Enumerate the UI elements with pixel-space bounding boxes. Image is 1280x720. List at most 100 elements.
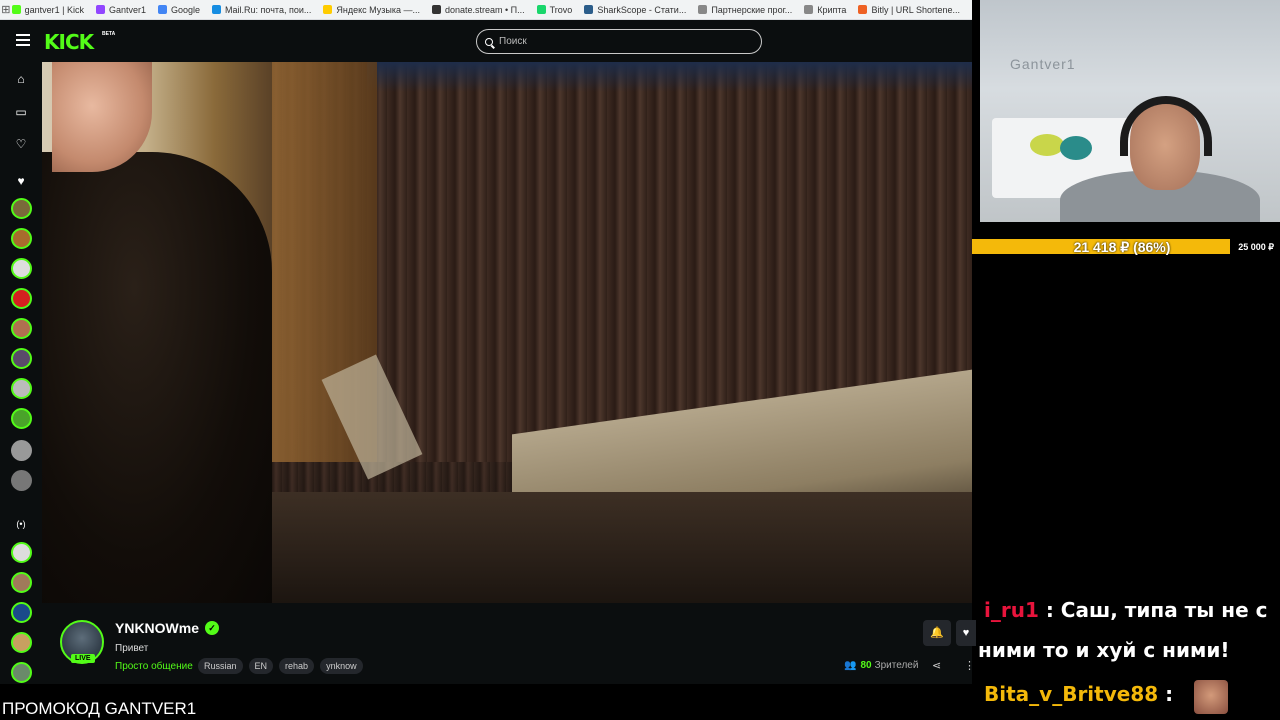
chat-username: i_ru1 xyxy=(984,598,1039,622)
webcam-overlay: Gantver1 xyxy=(980,0,1280,222)
bookmark-favicon-icon xyxy=(158,5,168,14)
stream-info: LIVE YNKNOWme ✓ Привет Просто общение Ru… xyxy=(42,603,976,684)
stream-tag[interactable]: ynknow xyxy=(320,658,363,674)
bookmark-label: Gantver1 xyxy=(108,4,147,15)
bookmark-label: Mail.Ru: почта, пои... xyxy=(225,4,312,15)
webcam-pillow xyxy=(1060,136,1092,160)
share-icon[interactable]: ⋖ xyxy=(932,659,941,672)
chat-text: : Саш, типа ты не с xyxy=(1038,598,1268,622)
offline-channel-avatar[interactable] xyxy=(11,470,32,491)
offline-channel-avatar[interactable] xyxy=(11,440,32,461)
bookmark-favicon-icon xyxy=(536,5,546,14)
apps-grid-icon[interactable]: ⊞ xyxy=(0,3,12,16)
stream-tags: Russian EN rehab ynknow xyxy=(198,658,369,674)
stream-tag[interactable]: rehab xyxy=(279,658,315,674)
bookmark-label: Google xyxy=(171,4,201,15)
bookmark-item[interactable]: Mail.Ru: почта, пои... xyxy=(212,5,311,15)
webcam-pillow xyxy=(1030,134,1064,156)
bookmark-item[interactable]: Trovo xyxy=(536,4,573,15)
bookmark-item[interactable]: Bitly | URL Shortene... xyxy=(858,5,960,15)
video-ground xyxy=(242,492,972,603)
viewers-icon: 👥 xyxy=(844,660,857,671)
followed-channel-avatar[interactable] xyxy=(11,228,32,249)
recommended-live-icon: (•) xyxy=(16,519,26,529)
bookmark-label: Партнерские прог... xyxy=(711,4,793,15)
recommended-channel-avatar[interactable] xyxy=(11,572,32,593)
bookmark-favicon-icon xyxy=(11,5,21,14)
followed-channel-avatar[interactable] xyxy=(11,318,32,339)
bookmark-label: Trovo xyxy=(549,4,573,15)
viewer-count: 👥 80 Зрителей xyxy=(844,660,918,671)
live-badge: LIVE xyxy=(71,654,95,663)
followed-channel-avatar[interactable] xyxy=(11,408,32,429)
channel-name[interactable]: YNKNOWme xyxy=(115,620,199,636)
recommended-channel-avatar[interactable] xyxy=(11,602,32,623)
chat-message-continuation: ними то и хуй с ними! xyxy=(978,638,1230,662)
search-icon xyxy=(485,37,493,46)
bookmark-favicon-icon xyxy=(584,5,594,14)
bookmark-favicon-icon xyxy=(858,5,868,14)
stream-tag[interactable]: EN xyxy=(248,658,274,674)
favorites-icon[interactable]: ♥ xyxy=(12,172,30,190)
video-player[interactable] xyxy=(42,62,972,603)
sidebar: ⌂ ▭ ♡ ♥ (•) xyxy=(0,62,42,684)
browse-icon[interactable]: ▭ xyxy=(12,103,30,121)
bookmark-label: gantver1 | Kick xyxy=(24,4,84,15)
stream-tag[interactable]: Russian xyxy=(198,658,243,674)
site-header: KICK BETA xyxy=(0,20,972,62)
bookmark-label: Яндекс Музыка —... xyxy=(336,4,420,15)
promo-code: ПРОМОКОД GANTVER1 xyxy=(0,684,972,720)
bookmark-label: Крипта xyxy=(817,4,847,15)
bookmark-item[interactable]: Крипта xyxy=(804,5,846,15)
bookmark-favicon-icon xyxy=(431,5,441,14)
search-input[interactable] xyxy=(499,36,739,47)
notification-bell-button[interactable]: 🔔 xyxy=(923,620,951,646)
home-icon[interactable]: ⌂ xyxy=(12,70,30,88)
search-box[interactable] xyxy=(476,29,762,54)
recommended-channel-avatar[interactable] xyxy=(11,662,32,683)
bookmark-label: SharkScope - Стати... xyxy=(597,4,687,15)
followed-channel-avatar[interactable] xyxy=(11,198,32,219)
recommended-channel-avatar[interactable] xyxy=(11,632,32,653)
stream-category[interactable]: Просто общение xyxy=(115,661,193,672)
followed-channel-avatar[interactable] xyxy=(11,258,32,279)
followed-channel-avatar[interactable] xyxy=(11,348,32,369)
followed-channel-avatar[interactable] xyxy=(11,378,32,399)
chat-message: Bita_v_Britve88 : xyxy=(984,682,1173,706)
bookmark-item[interactable]: Яндекс Музыка —... xyxy=(323,5,420,15)
menu-icon[interactable] xyxy=(16,34,30,46)
beta-label: BETA xyxy=(102,31,116,37)
bookmark-favicon-icon xyxy=(804,5,814,14)
stream-title: Привет xyxy=(115,643,149,654)
video-sky xyxy=(367,62,972,92)
followed-channel-avatar[interactable] xyxy=(11,288,32,309)
webcam-wall-logo: Gantver1 xyxy=(1010,56,1076,72)
donation-goal-bar: 21 418 ₽ (86%) 25 000 ₽ xyxy=(972,237,1280,257)
chat-emote xyxy=(1194,680,1228,714)
viewers-number: 80 xyxy=(860,660,872,671)
video-person xyxy=(42,152,272,603)
kick-logo[interactable]: KICK xyxy=(44,30,94,54)
bookmark-favicon-icon xyxy=(698,5,708,14)
bookmark-item[interactable]: SharkScope - Стати... xyxy=(584,5,686,15)
bookmark-label: Bitly | URL Shortene... xyxy=(871,4,960,15)
recommended-channel-avatar[interactable] xyxy=(11,542,32,563)
webcam-headset xyxy=(1120,96,1212,156)
following-icon[interactable]: ♡ xyxy=(12,135,30,153)
bookmark-item[interactable]: gantver1 | Kick xyxy=(11,4,84,15)
bookmark-item[interactable]: Google xyxy=(158,5,200,15)
bookmark-item[interactable]: Gantver1 xyxy=(95,4,147,15)
chat-message: i_ru1 : Саш, типа ты не с xyxy=(984,598,1268,622)
bookmark-favicon-icon xyxy=(323,5,333,14)
chat-overlay: i_ru1 : Саш, типа ты не с ними то и хуй … xyxy=(972,590,1280,720)
verified-icon: ✓ xyxy=(205,621,219,635)
donation-goal: 25 000 ₽ xyxy=(1238,242,1274,252)
bookmark-item[interactable]: donate.stream • П... xyxy=(431,5,525,15)
chat-username: Bita_v_Britve88 xyxy=(984,682,1159,706)
bookmark-favicon-icon xyxy=(212,5,222,14)
bookmark-list: gantver1 | Kick Gantver1 Google Mail.Ru: по… xyxy=(11,4,972,15)
bookmark-item[interactable]: Партнерские прог... xyxy=(698,5,792,15)
bookmark-favicon-icon xyxy=(95,5,105,14)
chat-text: : xyxy=(1158,682,1174,706)
donation-amount: 21 418 ₽ (86%) xyxy=(1073,239,1171,255)
